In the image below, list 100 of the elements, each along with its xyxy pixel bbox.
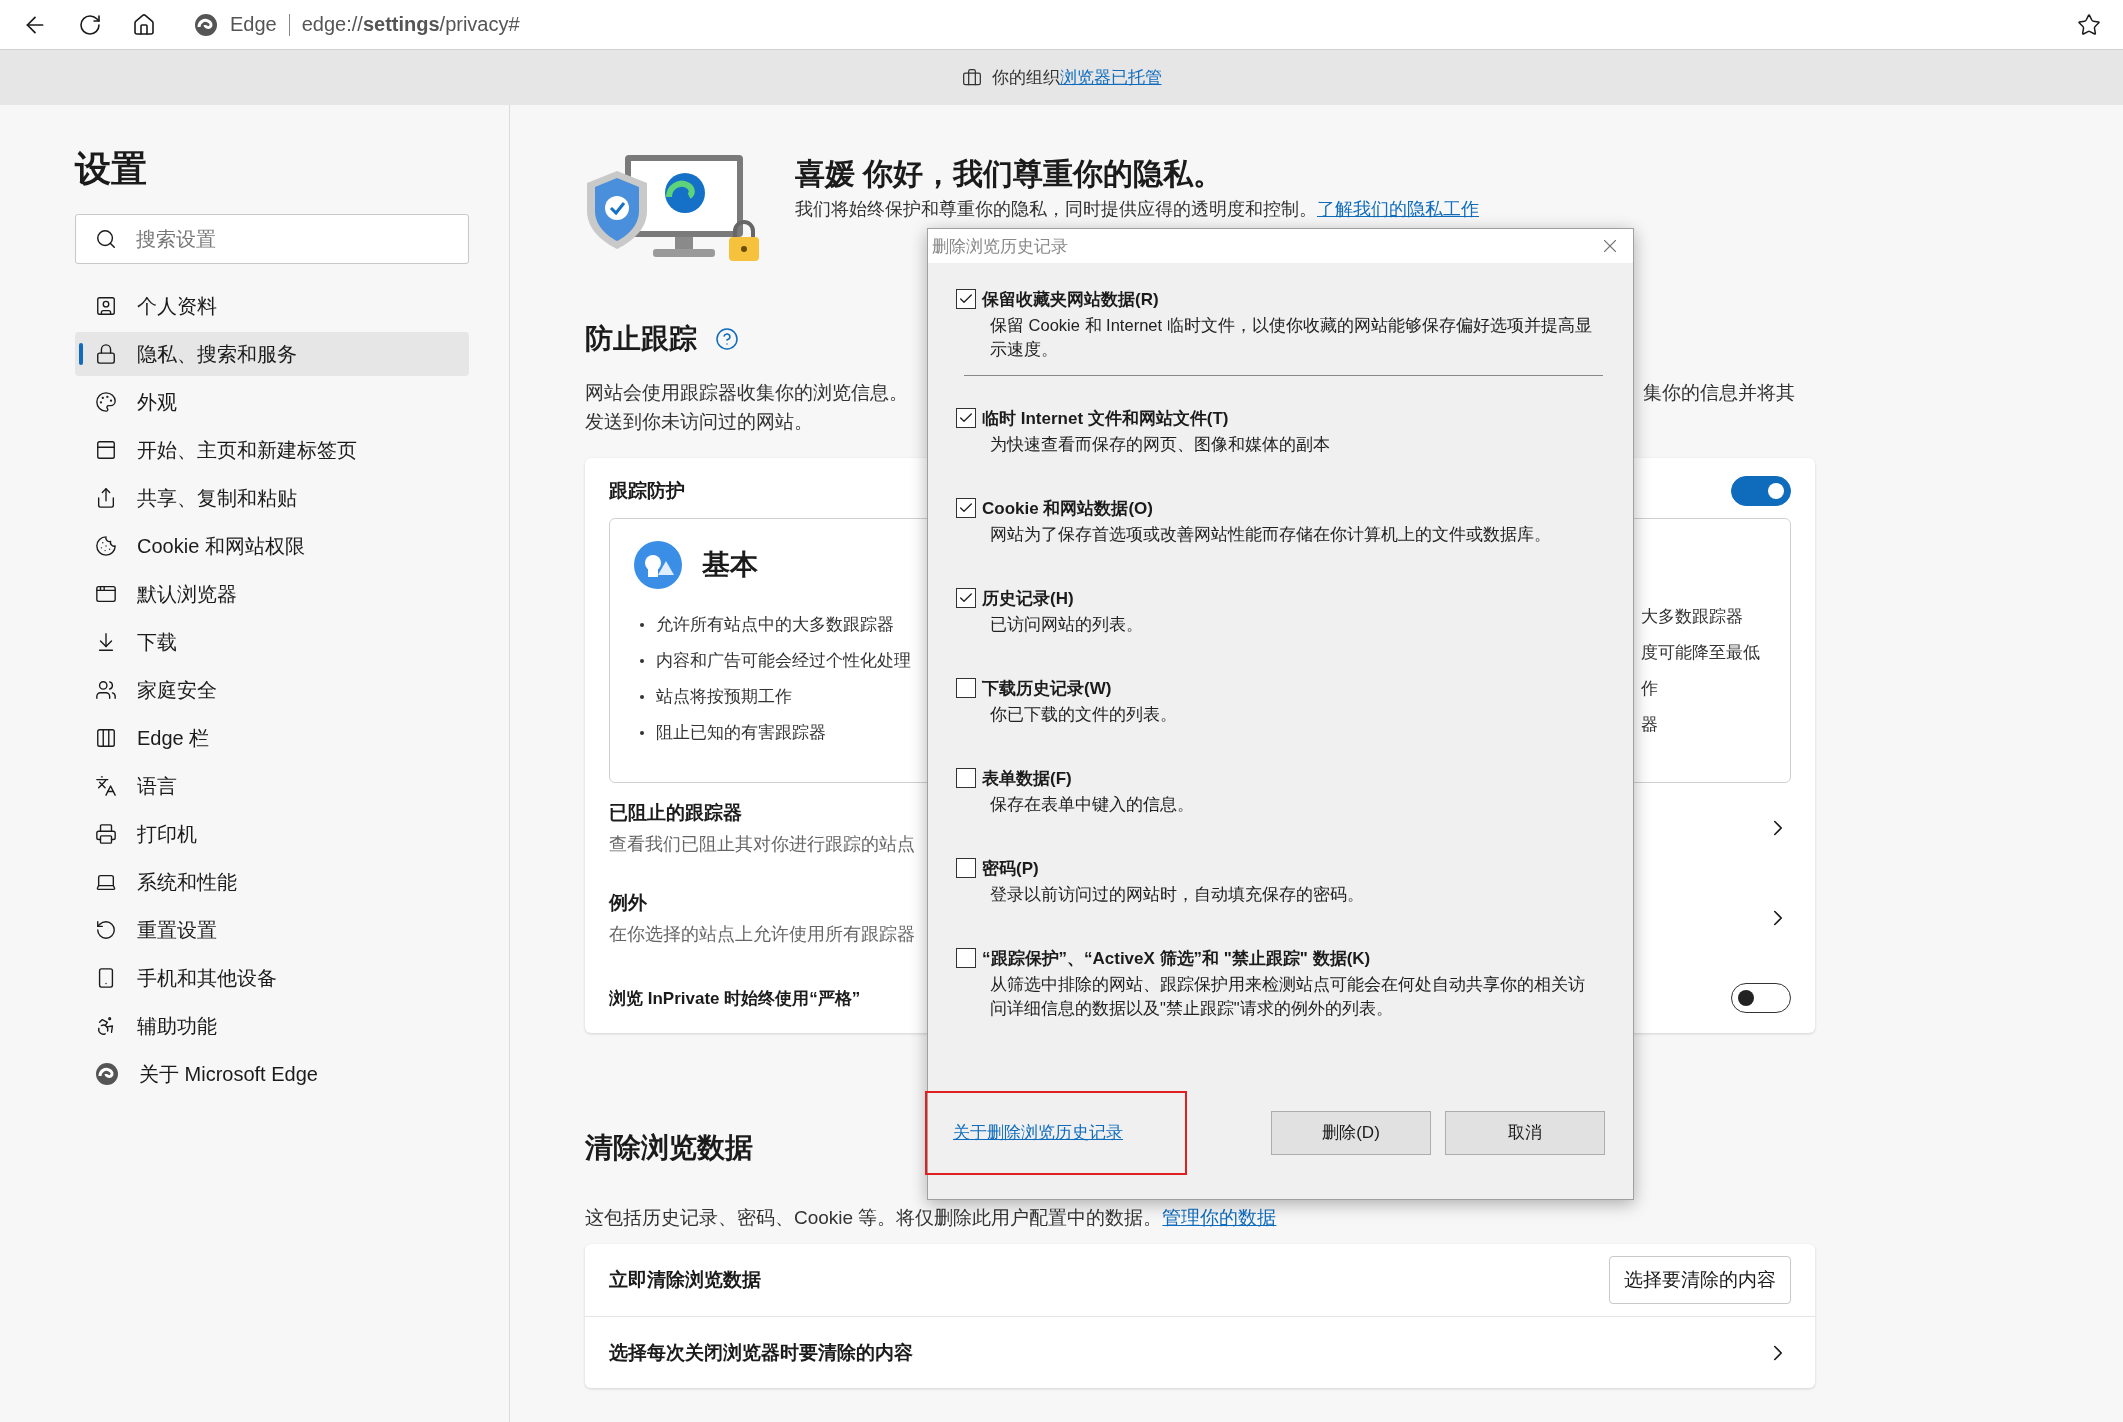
- checkbox[interactable]: [956, 768, 976, 788]
- checkbox[interactable]: [956, 588, 976, 608]
- search-field[interactable]: 搜索设置: [75, 214, 469, 264]
- row-subtitle: 在你选择的站点上允许使用所有跟踪器: [609, 923, 915, 946]
- sidebar-item[interactable]: Edge 栏: [75, 716, 469, 760]
- checkbox[interactable]: [956, 289, 976, 309]
- people-icon: [95, 679, 117, 701]
- share-icon: [95, 487, 117, 509]
- bullet-text: 器: [1641, 714, 1658, 735]
- choose-button[interactable]: 选择要清除的内容: [1609, 1256, 1791, 1304]
- help-icon[interactable]: [715, 327, 739, 351]
- sidebar-item[interactable]: 开始、主页和新建标签页: [75, 428, 469, 472]
- bullet-text: 阻止已知的有害跟踪器: [656, 722, 826, 743]
- shapes-icon: [634, 541, 682, 589]
- section-title: 防止跟踪: [585, 322, 697, 356]
- sidebar-item[interactable]: 手机和其他设备: [75, 956, 469, 1000]
- tracking-toggle[interactable]: [1731, 476, 1791, 506]
- checkbox[interactable]: [956, 678, 976, 698]
- sidebar-item[interactable]: 重置设置: [75, 908, 469, 952]
- dialog-button[interactable]: 删除(D): [1271, 1110, 1431, 1155]
- privacy-intro-text: 我们将始终保护和尊重你的隐私，同时提供应得的透明度和控制。: [795, 199, 1317, 219]
- section-title: 清除浏览数据: [585, 1131, 753, 1165]
- swirl-icon: [95, 1062, 119, 1086]
- bullet-text: 度可能降至最低: [1641, 642, 1760, 663]
- home-icon[interactable]: [132, 12, 156, 37]
- inprivate-toggle[interactable]: [1731, 983, 1791, 1013]
- description-text: 这包括历史记录、密码、Cookie 等。将仅删除此用户配置中的数据。: [585, 1207, 1163, 1228]
- tracking-label: 跟踪防护: [609, 479, 685, 503]
- bullet-text: 内容和广告可能会经过个性化处理: [656, 650, 911, 671]
- bullet-icon: [640, 695, 644, 699]
- sidebar-item[interactable]: Cookie 和网站权限: [75, 524, 469, 568]
- about-link[interactable]: 关于删除浏览历史记录: [953, 1121, 1123, 1144]
- profile-icon: [95, 295, 117, 317]
- managed-text: 你的组织: [991, 68, 1060, 87]
- option-description: 保存在表单中键入的信息。: [989, 794, 1195, 815]
- checkbox[interactable]: [956, 408, 976, 428]
- palette-icon: [95, 391, 117, 413]
- bullet-icon: [640, 659, 644, 663]
- sidebar-item[interactable]: 打印机: [75, 812, 469, 856]
- option-description: 登录以前访问过的网站时，自动填充保存的密码。: [989, 884, 1365, 905]
- columns-icon: [95, 727, 117, 749]
- option-label: 保留收藏夹网站数据(R): [982, 288, 1159, 311]
- option-description: 从筛选中排除的网站、跟踪保护用来检测站点可能会在何处自动共享你的相关访问详细信息的数据以及"禁止跟踪"请求的例外的列表。: [989, 974, 1586, 1019]
- sidebar-item[interactable]: 共享、复制和粘贴: [75, 476, 469, 520]
- option-description: 为快速查看而保存的网页、图像和媒体的副本: [989, 434, 1331, 455]
- bullet-icon: [640, 731, 644, 735]
- row-title: 浏览 InPrivate 时始终使用“严格”: [609, 987, 861, 1010]
- cookie-icon: [95, 535, 117, 557]
- row-title: 已阻止的跟踪器: [609, 801, 743, 825]
- bullet-icon: [640, 623, 644, 627]
- address-field[interactable]: edge://settings/privacy#: [301, 13, 520, 36]
- managed-link[interactable]: 浏览器已托管: [1059, 68, 1162, 87]
- row-subtitle: 查看我们已阻止其对你进行跟踪的站点: [609, 833, 915, 856]
- bullet-text: 站点将按预期工作: [656, 686, 792, 707]
- option-label: 临时 Internet 文件和网站文件(T): [982, 407, 1229, 430]
- bullet-text: 允许所有站点中的大多数跟踪器: [656, 614, 894, 635]
- swirl-icon: [194, 12, 218, 37]
- sidebar-item[interactable]: 外观: [75, 380, 469, 424]
- option-label: 密码(P): [982, 857, 1039, 880]
- sidebar-item[interactable]: 系统和性能: [75, 860, 469, 904]
- sidebar-item[interactable]: 辅助功能: [75, 1004, 469, 1048]
- checkbox[interactable]: [956, 858, 976, 878]
- greeting-title: 喜媛 你好，我们尊重你的隐私。: [795, 156, 1225, 192]
- sidebar-item[interactable]: 关于 Microsoft Edge: [75, 1052, 469, 1096]
- privacy-link[interactable]: 了解我们的隐私工作: [1317, 199, 1479, 219]
- search-icon: [95, 228, 117, 250]
- sidebar-item[interactable]: 下载: [75, 620, 469, 664]
- row-title: 立即清除浏览数据: [609, 1268, 761, 1292]
- window-icon: [95, 439, 117, 461]
- option-title: 基本: [702, 548, 758, 582]
- checkbox[interactable]: [956, 948, 976, 968]
- language-icon: [95, 775, 117, 797]
- sidebar-item[interactable]: 家庭安全: [75, 668, 469, 712]
- bullet-text: 大多数跟踪器: [1641, 606, 1743, 627]
- lock-icon: [95, 343, 117, 365]
- description-text: 网站会使用跟踪器收集你的浏览信息。: [585, 381, 908, 405]
- briefcase-icon: [961, 67, 982, 88]
- favorite-star-icon[interactable]: [2077, 12, 2101, 37]
- row-title: 选择每次关闭浏览器时要清除的内容: [609, 1340, 913, 1365]
- row-title: 例外: [609, 891, 648, 915]
- printer-icon: [95, 823, 117, 845]
- manage-data-link[interactable]: 管理你的数据: [1162, 1207, 1277, 1228]
- settings-title: 设置: [75, 147, 148, 191]
- sidebar-item[interactable]: 个人资料: [75, 284, 469, 328]
- bullet-text: 作: [1641, 678, 1658, 699]
- checkbox[interactable]: [956, 498, 976, 518]
- reset-icon: [95, 919, 117, 941]
- description-text: 集你的信息并将其: [1643, 381, 1795, 405]
- browser-name: Edge: [230, 13, 277, 36]
- description-text: 发送到你未访问过的网站。: [585, 411, 813, 432]
- sidebar-item[interactable]: 语言: [75, 764, 469, 808]
- sidebar-item[interactable]: 隐私、搜索和服务: [75, 332, 469, 376]
- browser-window-icon: [95, 583, 117, 605]
- dialog-button[interactable]: 取消: [1445, 1110, 1605, 1155]
- dialog-title: 删除浏览历史记录: [932, 235, 1068, 258]
- option-description: 保留 Cookie 和 Internet 临时文件，以使你收藏的网站能够保存偏好选项并提高显示速度。: [989, 315, 1593, 360]
- sidebar-item[interactable]: 默认浏览器: [75, 572, 469, 616]
- option-label: Cookie 和网站数据(O): [982, 497, 1153, 520]
- option-label: “跟踪保护”、“ActiveX 筛选”和 "禁止跟踪" 数据(K): [982, 947, 1371, 970]
- refresh-icon[interactable]: [78, 12, 102, 37]
